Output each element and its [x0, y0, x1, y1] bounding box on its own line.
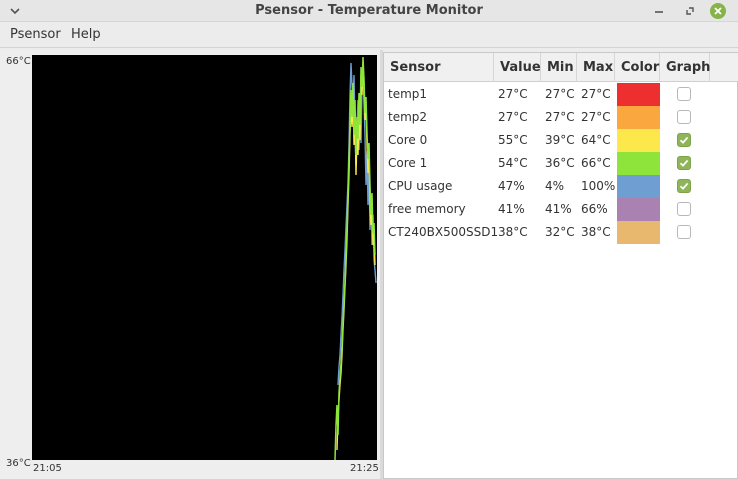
- sensor-name: Core 1: [388, 156, 428, 170]
- table-row[interactable]: CT240BX500SSD1 38°C 32°C 38°C: [384, 221, 738, 244]
- close-icon: [714, 7, 722, 15]
- color-swatch[interactable]: [617, 129, 660, 152]
- x-axis-end-label: 21:25: [350, 463, 379, 474]
- check-icon: [679, 159, 689, 167]
- sensor-value: 27°C: [498, 110, 528, 124]
- sensor-graph[interactable]: [32, 55, 377, 461]
- maximize-button[interactable]: [681, 2, 699, 20]
- sensor-max: 66°C: [581, 156, 611, 170]
- sensor-name: free memory: [388, 202, 466, 216]
- graph-checkbox[interactable]: [677, 225, 691, 239]
- table-row[interactable]: temp2 27°C 27°C 27°C: [384, 106, 738, 129]
- sensor-min: 27°C: [545, 87, 575, 101]
- column-header-min[interactable]: Min: [541, 53, 577, 82]
- graph-panel: 66°C 36°C 21:05 21:25: [0, 50, 381, 479]
- sensor-value: 55°C: [498, 133, 528, 147]
- sensor-value: 54°C: [498, 156, 528, 170]
- sensor-min: 32°C: [545, 225, 575, 239]
- check-icon: [679, 136, 689, 144]
- sensor-value: 27°C: [498, 87, 528, 101]
- menu-psensor[interactable]: Psensor: [10, 27, 61, 42]
- table-row[interactable]: Core 1 54°C 36°C 66°C: [384, 152, 738, 175]
- sensor-min: 36°C: [545, 156, 575, 170]
- table-row[interactable]: free memory 41% 41% 66%: [384, 198, 738, 221]
- column-header-sensor[interactable]: Sensor: [384, 53, 494, 82]
- sensor-min: 39°C: [545, 133, 575, 147]
- check-icon: [679, 182, 689, 190]
- sensor-max: 66%: [581, 202, 608, 216]
- color-swatch[interactable]: [617, 106, 660, 129]
- sensor-min: 4%: [545, 179, 565, 193]
- sensor-table-header: Sensor Value Min Max Color Graph: [384, 53, 738, 82]
- sensor-name: temp2: [388, 110, 428, 124]
- sensor-graph-plot: [32, 55, 377, 461]
- sensor-name: CPU usage: [388, 179, 453, 193]
- y-axis-min-label: 36°C: [6, 458, 31, 469]
- color-swatch[interactable]: [617, 152, 660, 175]
- table-row[interactable]: Core 0 55°C 39°C 64°C: [384, 129, 738, 152]
- graph-checkbox[interactable]: [677, 133, 691, 147]
- color-swatch[interactable]: [617, 83, 660, 106]
- color-swatch[interactable]: [617, 198, 660, 221]
- table-row[interactable]: temp1 27°C 27°C 27°C: [384, 83, 738, 106]
- sensor-value: 41%: [498, 202, 525, 216]
- graph-checkbox[interactable]: [677, 156, 691, 170]
- sensor-max: 27°C: [581, 110, 611, 124]
- graph-checkbox[interactable]: [677, 179, 691, 193]
- y-axis-max-label: 66°C: [6, 56, 31, 67]
- sensor-name: CT240BX500SSD1: [388, 225, 499, 239]
- title-bar: Psensor - Temperature Monitor: [0, 0, 738, 22]
- column-header-graph[interactable]: Graph: [660, 53, 710, 82]
- column-header-value[interactable]: Value: [494, 53, 541, 82]
- sensor-value: 47%: [498, 179, 525, 193]
- sensor-max: 38°C: [581, 225, 611, 239]
- minimize-icon: [655, 11, 663, 13]
- graph-checkbox[interactable]: [677, 202, 691, 216]
- sensor-value: 38°C: [498, 225, 528, 239]
- x-axis-start-label: 21:05: [33, 463, 62, 474]
- graph-checkbox[interactable]: [677, 110, 691, 124]
- minimize-button[interactable]: [650, 2, 668, 20]
- table-row[interactable]: CPU usage 47% 4% 100%: [384, 175, 738, 198]
- sensor-table: Sensor Value Min Max Color Graph temp1 2…: [383, 52, 738, 479]
- sensor-name: Core 0: [388, 133, 428, 147]
- sensor-min: 27°C: [545, 110, 575, 124]
- window-title: Psensor - Temperature Monitor: [255, 3, 483, 18]
- column-header-color[interactable]: Color: [615, 53, 660, 82]
- color-swatch[interactable]: [617, 175, 660, 198]
- menu-bar: Psensor Help: [0, 22, 738, 48]
- psensor-window: Psensor - Temperature Monitor Psensor He…: [0, 0, 738, 479]
- sensor-min: 41%: [545, 202, 572, 216]
- menu-help[interactable]: Help: [71, 27, 101, 42]
- graph-checkbox[interactable]: [677, 87, 691, 101]
- close-button[interactable]: [709, 2, 727, 20]
- sensor-name: temp1: [388, 87, 428, 101]
- sensor-max: 27°C: [581, 87, 611, 101]
- color-swatch[interactable]: [617, 221, 660, 244]
- sensor-max: 100%: [581, 179, 616, 193]
- maximize-icon: [686, 7, 694, 15]
- sensor-max: 64°C: [581, 133, 611, 147]
- column-header-max[interactable]: Max: [577, 53, 615, 82]
